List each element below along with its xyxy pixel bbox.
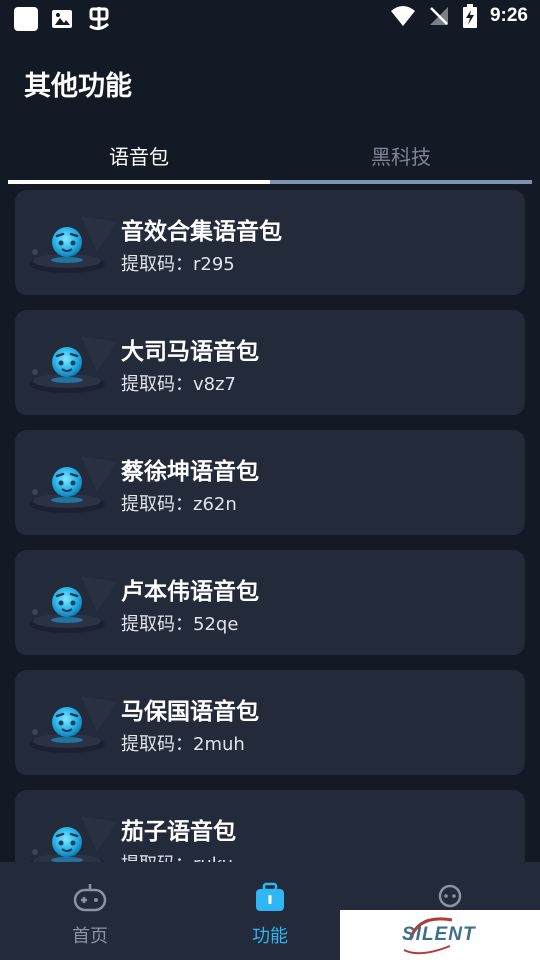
card-title: 卢本伟语音包 [121, 579, 259, 605]
nav-functions-label: 功能 [252, 926, 288, 947]
nav-home-label: 首页 [72, 926, 108, 947]
battery-charging-icon [462, 4, 477, 28]
card-title: 音效合集语音包 [121, 219, 282, 245]
tab-indicator-active [8, 180, 270, 184]
watermark: SILENT [340, 910, 540, 960]
card-title: 大司马语音包 [121, 339, 259, 365]
mascot-thumbnail-icon [27, 692, 123, 760]
mascot-thumbnail-icon [27, 452, 123, 520]
image-notification-icon [52, 10, 72, 28]
voice-pack-card[interactable]: 蔡徐坤语音包 提取码：z62n [15, 430, 525, 535]
status-right-icons: 9:26 [390, 4, 528, 28]
page-title: 其他功能 [24, 71, 132, 102]
voice-pack-list: 音效合集语音包 提取码：r295 大司马语音包 提取码：v8z7 蔡徐坤语音包 … [15, 190, 525, 862]
wifi-icon [390, 6, 415, 26]
voice-pack-card[interactable]: 大司马语音包 提取码：v8z7 [15, 310, 525, 415]
nav-home[interactable]: 首页 [30, 882, 150, 948]
briefcase-icon [256, 882, 284, 911]
nav-functions[interactable]: 功能 [210, 882, 330, 948]
card-extract-code: 提取码：z62n [121, 494, 237, 515]
card-title: 马保国语音包 [121, 699, 259, 725]
mascot-thumbnail-icon [27, 812, 123, 862]
tab-voice-packs[interactable]: 语音包 [8, 130, 270, 180]
voice-pack-card[interactable]: 卢本伟语音包 提取码：52qe [15, 550, 525, 655]
bug-icon [89, 7, 109, 31]
gamepad-icon [73, 884, 107, 912]
card-title: 茄子语音包 [121, 819, 236, 845]
tab-indicator-inactive [270, 180, 532, 184]
mascot-thumbnail-icon [27, 332, 123, 400]
card-extract-code: 提取码：2muh [121, 734, 245, 755]
tab-black-tech[interactable]: 黑科技 [270, 130, 532, 180]
status-time: 9:26 [489, 5, 528, 26]
no-signal-icon [429, 7, 448, 25]
card-extract-code: 提取码：ruku [121, 850, 233, 862]
watermark-text: SILENT [402, 924, 476, 945]
card-extract-code: 提取码：v8z7 [121, 374, 237, 395]
status-bar: 9:26 [0, 0, 540, 36]
voice-pack-card[interactable]: 马保国语音包 提取码：2muh [15, 670, 525, 775]
card-extract-code: 提取码：r295 [121, 254, 235, 275]
card-extract-code: 提取码：52qe [121, 614, 239, 635]
mascot-thumbnail-icon [27, 212, 123, 280]
status-left-icons [14, 6, 112, 32]
voice-pack-card[interactable]: 茄子语音包 提取码：ruku [15, 790, 525, 862]
tab-bar: 语音包 黑科技 [8, 130, 532, 184]
card-title: 蔡徐坤语音包 [121, 459, 259, 485]
app-notification-icon [14, 7, 38, 31]
voice-pack-card[interactable]: 音效合集语音包 提取码：r295 [15, 190, 525, 295]
mascot-thumbnail-icon [27, 572, 123, 640]
